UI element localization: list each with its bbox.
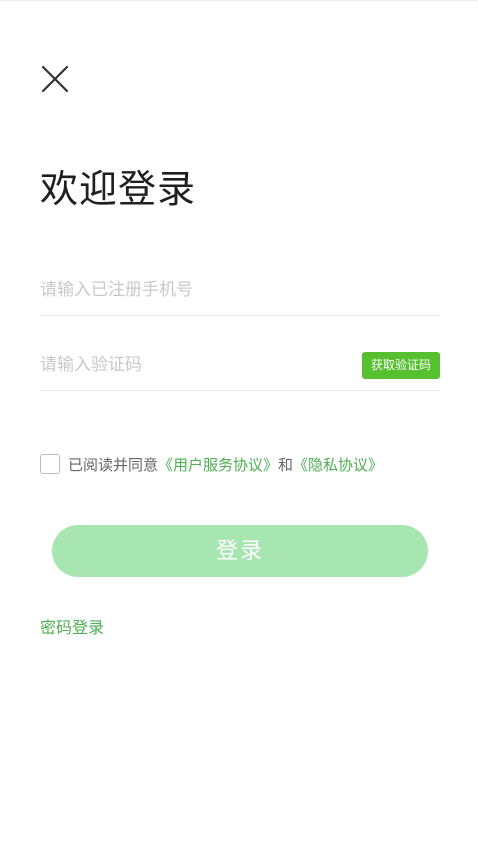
privacy-policy-link[interactable]: 《隐私协议》: [293, 454, 383, 475]
code-input[interactable]: [40, 340, 340, 390]
agreement-prefix: 已阅读并同意: [68, 455, 159, 474]
user-agreement-link[interactable]: 《用户服务协议》: [158, 454, 278, 475]
agreement-row: 已阅读并同意 《用户服务协议》 和 《隐私协议》: [40, 452, 383, 476]
top-divider: [0, 0, 478, 1]
get-code-button[interactable]: 获取验证码: [361, 352, 440, 379]
close-button[interactable]: [36, 60, 74, 98]
close-icon: [41, 65, 69, 93]
password-login-link[interactable]: 密码登录: [40, 616, 104, 640]
page-title: 欢迎登录: [40, 167, 197, 211]
phone-input[interactable]: [40, 265, 340, 315]
code-field: 获取验证码: [40, 340, 440, 391]
agreement-conjunction: 和: [278, 455, 294, 474]
phone-field: [40, 265, 440, 316]
login-button[interactable]: 登录: [52, 525, 428, 577]
agree-checkbox[interactable]: [40, 454, 60, 474]
